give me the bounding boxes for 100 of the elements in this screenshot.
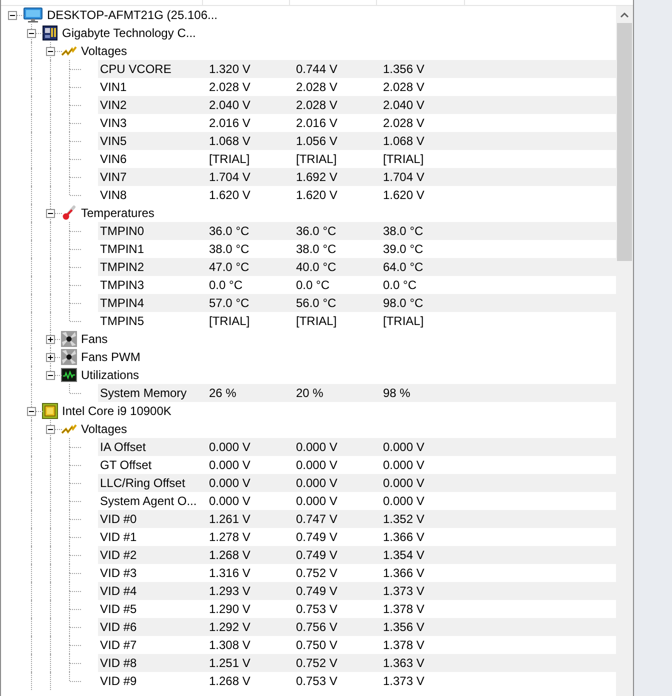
sensor-row[interactable]: VID #6 1.292 V 0.756 V 1.356 V bbox=[98, 618, 616, 636]
scroll-up-icon[interactable] bbox=[620, 12, 629, 18]
sensor-min: 0.753 V bbox=[296, 674, 338, 688]
sensor-name: TMPIN0 bbox=[100, 224, 146, 238]
sensor-row[interactable]: VID #4 1.293 V 0.749 V 1.373 V bbox=[98, 582, 616, 600]
sensor-name: VID #6 bbox=[100, 620, 138, 634]
sensor-name: VIN5 bbox=[100, 134, 128, 148]
sensor-max: 2.040 V bbox=[383, 98, 426, 112]
sensor-max: 1.620 V bbox=[383, 188, 426, 202]
sensor-row[interactable]: VID #8 1.251 V 0.752 V 1.363 V bbox=[98, 654, 616, 672]
sensor-max: [TRIAL] bbox=[383, 314, 425, 328]
sensor-name: VIN8 bbox=[100, 188, 128, 202]
tree-node-label[interactable]: Gigabyte Technology C... bbox=[62, 26, 196, 40]
sensor-value: [TRIAL] bbox=[209, 152, 251, 166]
sensor-max: 2.028 V bbox=[383, 80, 426, 94]
sensor-value: 26 % bbox=[209, 386, 238, 400]
sensor-max: 98 % bbox=[383, 386, 412, 400]
scrollbar-thumb[interactable] bbox=[617, 23, 632, 261]
sensor-name: TMPIN1 bbox=[100, 242, 146, 256]
sensor-value: 1.620 V bbox=[209, 188, 252, 202]
activity-graph-icon bbox=[61, 367, 77, 383]
sensor-max: 1.704 V bbox=[383, 170, 426, 184]
tree-node-label[interactable]: Fans PWM bbox=[81, 350, 140, 364]
sensor-value: 2.028 V bbox=[209, 80, 252, 94]
sensor-name: IA Offset bbox=[100, 440, 147, 454]
sensor-name: VID #5 bbox=[100, 602, 138, 616]
sensor-value: 1.278 V bbox=[209, 530, 252, 544]
sensor-row[interactable]: System Memory 26 % 20 % 98 % bbox=[98, 384, 616, 402]
tree-node-label[interactable]: Utilizations bbox=[81, 368, 140, 382]
sensor-name: TMPIN5 bbox=[100, 314, 146, 328]
sensor-row[interactable]: VID #2 1.268 V 0.749 V 1.354 V bbox=[98, 546, 616, 564]
sensor-value: 0.000 V bbox=[209, 440, 252, 454]
sensor-row[interactable]: VID #0 1.261 V 0.747 V 1.352 V bbox=[98, 510, 616, 528]
sensor-value: 47.0 °C bbox=[209, 260, 250, 274]
sensor-min: 0.000 V bbox=[296, 476, 338, 490]
sensor-max: 2.028 V bbox=[383, 116, 426, 130]
collapse-toggle[interactable] bbox=[27, 29, 36, 38]
sensor-name: System Memory bbox=[100, 386, 188, 400]
collapse-toggle[interactable] bbox=[46, 371, 55, 380]
sensor-min: 0.749 V bbox=[296, 530, 338, 544]
expand-toggle[interactable] bbox=[46, 353, 55, 362]
sensor-min: 56.0 °C bbox=[296, 296, 338, 310]
sensor-value: 1.290 V bbox=[209, 602, 252, 616]
sensor-min: 0.749 V bbox=[296, 548, 338, 562]
sensor-max: 1.378 V bbox=[383, 638, 426, 652]
sensor-value: 1.068 V bbox=[209, 134, 252, 148]
sensor-min: 0.000 V bbox=[296, 458, 338, 472]
sensor-row[interactable]: VIN7 1.704 V 1.692 V 1.704 V bbox=[98, 168, 616, 186]
sensor-min: 0.749 V bbox=[296, 584, 338, 598]
sensor-row[interactable]: TMPIN2 47.0 °C 40.0 °C 64.0 °C bbox=[98, 258, 616, 276]
sensor-row[interactable]: VIN2 2.040 V 2.028 V 2.040 V bbox=[98, 96, 616, 114]
sensor-value: 1.261 V bbox=[209, 512, 252, 526]
tree-node-label[interactable]: Voltages bbox=[81, 422, 128, 436]
sensor-max: 1.366 V bbox=[383, 566, 426, 580]
sensor-min: 0.750 V bbox=[296, 638, 338, 652]
tree-node-label[interactable]: Voltages bbox=[81, 44, 128, 58]
sensor-name: VIN2 bbox=[100, 98, 128, 112]
sensor-name: TMPIN4 bbox=[100, 296, 146, 310]
collapse-toggle[interactable] bbox=[8, 11, 17, 20]
sensor-row[interactable]: CPU VCORE 1.320 V 0.744 V 1.356 V bbox=[98, 60, 616, 78]
sensor-name: VID #0 bbox=[100, 512, 138, 526]
collapse-toggle[interactable] bbox=[46, 47, 55, 56]
sensor-value: 1.704 V bbox=[209, 170, 252, 184]
sensor-name: VID #8 bbox=[100, 656, 138, 670]
collapse-toggle[interactable] bbox=[27, 407, 36, 416]
sensor-name: CPU VCORE bbox=[100, 62, 172, 76]
sensor-name: VID #1 bbox=[100, 530, 138, 544]
sensor-max: 39.0 °C bbox=[383, 242, 424, 256]
sensor-max: 38.0 °C bbox=[383, 224, 424, 238]
sensor-max: 0.000 V bbox=[383, 494, 426, 508]
sensor-max: 64.0 °C bbox=[383, 260, 424, 274]
sensor-row[interactable]: TMPIN4 57.0 °C 56.0 °C 98.0 °C bbox=[98, 294, 616, 312]
sensor-row[interactable]: IA Offset 0.000 V 0.000 V 0.000 V bbox=[98, 438, 616, 456]
sensor-max: 0.000 V bbox=[383, 476, 426, 490]
sensor-value: 1.320 V bbox=[209, 62, 252, 76]
sensor-name: VID #2 bbox=[100, 548, 138, 562]
sensor-min: 0.752 V bbox=[296, 566, 338, 580]
sensor-row[interactable]: VIN5 1.068 V 1.056 V 1.068 V bbox=[98, 132, 616, 150]
tree-node-label[interactable]: Intel Core i9 10900K bbox=[62, 404, 172, 418]
sensor-name: VID #3 bbox=[100, 566, 138, 580]
sensor-min: 0.756 V bbox=[296, 620, 338, 634]
sensor-max: 1.363 V bbox=[383, 656, 426, 670]
expand-toggle[interactable] bbox=[46, 335, 55, 344]
sensor-value: 0.000 V bbox=[209, 476, 252, 490]
sensor-max: 0.000 V bbox=[383, 458, 426, 472]
sensor-name: GT Offset bbox=[100, 458, 153, 472]
collapse-toggle[interactable] bbox=[46, 425, 55, 434]
sensor-value: 2.016 V bbox=[209, 116, 252, 130]
sensor-row[interactable]: LLC/Ring Offset 0.000 V 0.000 V 0.000 V bbox=[98, 474, 616, 492]
sensor-min: 0.747 V bbox=[296, 512, 338, 526]
cpu-chip-icon bbox=[42, 403, 58, 419]
sensor-row[interactable]: TMPIN0 36.0 °C 36.0 °C 38.0 °C bbox=[98, 222, 616, 240]
tree-node-label[interactable]: Temperatures bbox=[81, 206, 154, 220]
sensor-min: 36.0 °C bbox=[296, 224, 338, 238]
collapse-toggle[interactable] bbox=[46, 209, 55, 218]
tree-node-label[interactable]: Fans bbox=[81, 332, 108, 346]
sensor-value: 2.040 V bbox=[209, 98, 252, 112]
tree-node-label[interactable]: DESKTOP-AFMT21G (25.106... bbox=[47, 8, 218, 22]
sensor-value: 1.292 V bbox=[209, 620, 252, 634]
scrollbar[interactable] bbox=[616, 6, 633, 696]
